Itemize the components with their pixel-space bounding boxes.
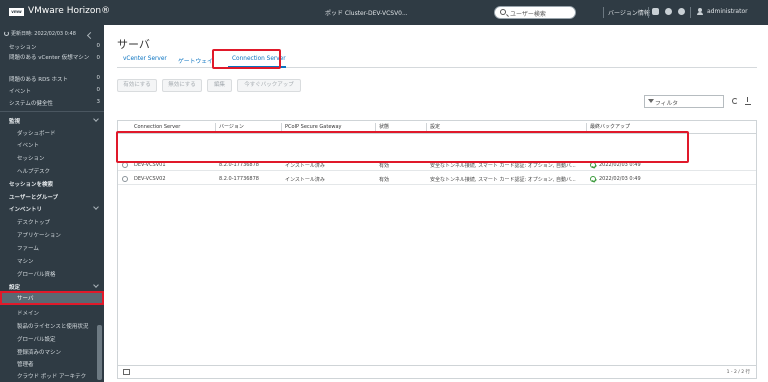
sidebar-scrollbar[interactable] xyxy=(97,325,102,380)
edit-button[interactable]: 編集 xyxy=(207,79,232,92)
vmware-logo: vmw xyxy=(9,8,24,16)
refresh-icon[interactable] xyxy=(4,31,9,36)
search-placeholder: ユーザー検索 xyxy=(510,11,546,18)
sidebar-item-sessions[interactable]: セッション 0 xyxy=(0,40,104,52)
sidebar-item-servers[interactable]: サーバ xyxy=(0,291,104,305)
sidebar-section-monitor[interactable]: 監視 xyxy=(0,114,104,126)
divider xyxy=(690,7,691,18)
column-toggle-icon[interactable] xyxy=(123,369,130,375)
sidebar-item-cloud-pod-architecture[interactable]: クラウド ポッド アーキテク xyxy=(0,369,104,381)
cell-state: 有効 xyxy=(379,177,390,183)
sidebar-item-machines[interactable]: マシン xyxy=(0,254,104,266)
sidebar-item-problem-rds-hosts[interactable]: 問題のある RDS ホスト 0 xyxy=(0,72,104,84)
chevron-down-icon xyxy=(93,282,99,288)
search-icon xyxy=(500,9,506,15)
download-icon[interactable] xyxy=(745,97,751,105)
sidebar-item-problem-vcenter-vms[interactable]: 問題のある vCenter 仮想マシン 0 xyxy=(0,52,104,71)
sidebar-item-events[interactable]: イベント 0 xyxy=(0,84,104,96)
row-radio[interactable] xyxy=(122,176,128,182)
help-icon[interactable] xyxy=(678,8,685,15)
cell-state: 有効 xyxy=(379,163,390,169)
sidebar-item-global-entitlements[interactable]: グローバル資格 xyxy=(0,267,104,279)
sidebar-section-inventory[interactable]: インベントリ xyxy=(0,202,104,214)
divider xyxy=(603,7,604,18)
pagination-info: 1 - 2 / 2 行 xyxy=(726,370,750,375)
backup-now-button[interactable]: 今すぐバックアップ xyxy=(237,79,301,92)
table-row[interactable]: DEV-VCSV02 8.2.0-17736878 インストール済み 有効 安全… xyxy=(118,173,756,185)
column-divider xyxy=(586,123,587,131)
chevron-down-icon xyxy=(93,204,99,210)
cell-pcoip: インストール済み xyxy=(285,177,325,183)
user-menu[interactable]: administrator xyxy=(707,8,748,15)
cell-version: 8.2.0-17736878 xyxy=(219,176,259,182)
column-divider xyxy=(281,123,282,131)
chevron-down-icon xyxy=(93,116,99,122)
column-divider xyxy=(375,123,376,131)
cell-pcoip: インストール済み xyxy=(285,163,325,169)
sidebar-item-administrators[interactable]: 管理者 xyxy=(0,357,104,369)
refresh-icon[interactable] xyxy=(732,98,738,104)
check-circle-icon xyxy=(590,176,596,182)
sidebar-item-dashboard[interactable]: ダッシュボード xyxy=(0,126,104,138)
sidebar-item-farms[interactable]: ファーム xyxy=(0,241,104,253)
pod-title: ポッド Cluster-DEV-VCSV0... xyxy=(325,10,408,17)
sidebar: 更新日時: 2022/02/03 0:48 セッション 0 問題のある vCen… xyxy=(0,25,104,382)
cell-last-backup: 2022/02/03 0:49 xyxy=(599,176,641,182)
sidebar-item-global-settings[interactable]: グローバル設定 xyxy=(0,332,104,344)
gear-icon[interactable] xyxy=(665,8,672,15)
footer-divider xyxy=(118,365,756,366)
sidebar-divider xyxy=(0,111,104,112)
highlight-box-rows xyxy=(116,131,689,163)
sidebar-updated: 更新日時: 2022/02/03 0:48 xyxy=(0,27,104,40)
cell-settings: 安全なトンネル接続, スマート カード認証: オプション, 自動バ... xyxy=(430,177,576,183)
sidebar-item-sessions-monitor[interactable]: セッション xyxy=(0,151,104,163)
highlight-box-tab xyxy=(212,49,281,69)
cell-server: DEV-VCSV02 xyxy=(134,176,166,182)
chat-icon[interactable] xyxy=(652,8,659,15)
page-title: サーバ xyxy=(117,38,150,51)
column-divider xyxy=(215,123,216,131)
sidebar-item-events-monitor[interactable]: イベント xyxy=(0,138,104,150)
enable-button[interactable]: 有効にする xyxy=(117,79,157,92)
tab-vcenter-server[interactable]: vCenter Server xyxy=(123,56,167,62)
collapse-icon[interactable] xyxy=(86,31,95,40)
product-name: VMware Horizon® xyxy=(28,6,111,16)
filter-icon xyxy=(648,99,654,103)
disable-button[interactable]: 無効にする xyxy=(162,79,202,92)
cell-settings: 安全なトンネル接続, スマート カード認証: オプション, 自動バ... xyxy=(430,163,576,169)
top-bar: vmw VMware Horizon® ポッド Cluster-DEV-VCSV… xyxy=(0,0,768,25)
user-icon xyxy=(697,8,703,15)
version-info-link[interactable]: バージョン情報 xyxy=(608,8,650,17)
sidebar-item-session-search[interactable]: セッションを検索 xyxy=(0,177,104,189)
sidebar-item-helpdesk[interactable]: ヘルプデスク xyxy=(0,164,104,176)
sidebar-item-applications[interactable]: アプリケーション xyxy=(0,228,104,240)
sidebar-item-users-groups[interactable]: ユーザーとグループ xyxy=(0,190,104,202)
divider xyxy=(648,7,649,18)
sidebar-item-licensing[interactable]: 製品のライセンスと使用状況 xyxy=(0,319,104,331)
main-content: サーバ vCenter Server ゲートウェイ Connection Ser… xyxy=(104,25,768,382)
sidebar-item-registered-machines[interactable]: 登録済みのマシン xyxy=(0,345,104,357)
tab-gateway[interactable]: ゲートウェイ xyxy=(178,56,213,65)
sidebar-item-domains[interactable]: ドメイン xyxy=(0,306,104,318)
filter-input[interactable]: フィルタ xyxy=(644,95,724,108)
sidebar-item-system-health[interactable]: システムの健全性 3 xyxy=(0,96,104,108)
sidebar-item-desktops[interactable]: デスクトップ xyxy=(0,215,104,227)
column-divider xyxy=(426,123,427,131)
user-search-input[interactable]: ユーザー検索 xyxy=(494,6,576,19)
